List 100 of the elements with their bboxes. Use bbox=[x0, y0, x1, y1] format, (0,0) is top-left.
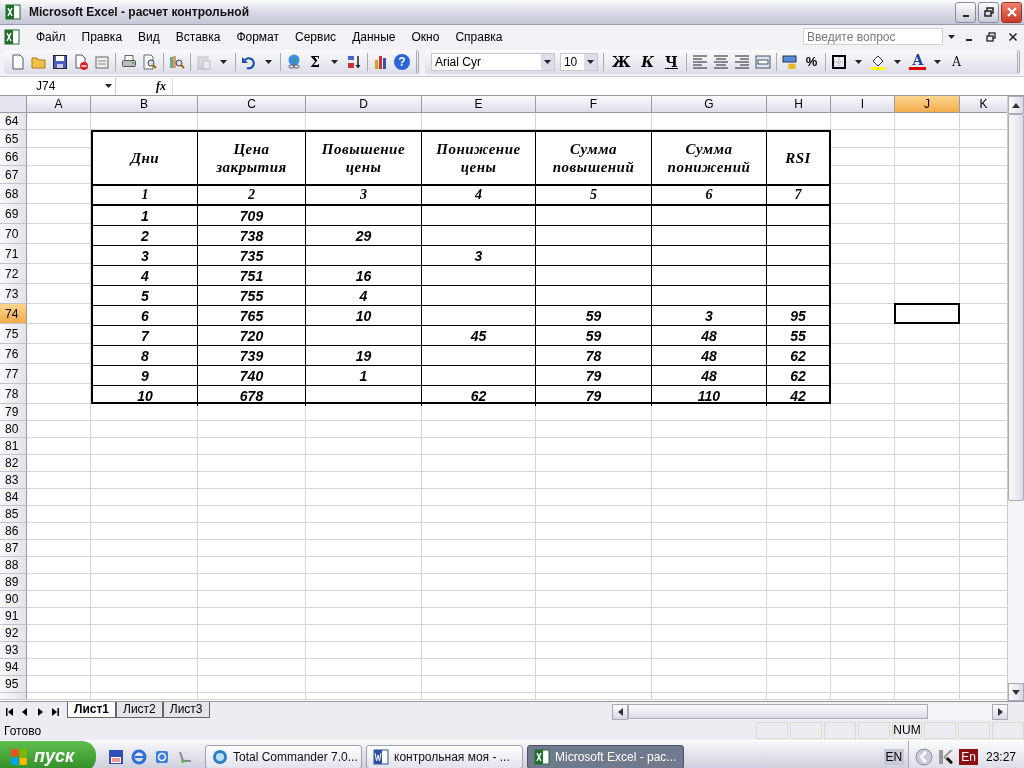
row-header[interactable]: 75 bbox=[0, 324, 27, 344]
caret-icon[interactable] bbox=[894, 60, 902, 64]
align-center-icon[interactable] bbox=[712, 54, 729, 70]
row-header[interactable]: 74 bbox=[0, 304, 27, 324]
row-header[interactable]: 91 bbox=[0, 608, 27, 625]
column-header[interactable]: G bbox=[652, 96, 767, 113]
books-search-icon[interactable] bbox=[169, 54, 185, 70]
empty-cell[interactable] bbox=[306, 206, 422, 226]
row-header[interactable]: 86 bbox=[0, 523, 27, 540]
scroll-down-button[interactable] bbox=[1008, 683, 1024, 701]
empty-cell[interactable] bbox=[422, 346, 536, 366]
restore-button[interactable] bbox=[978, 1, 999, 23]
keyboard-layout-indicator[interactable]: En bbox=[959, 748, 978, 765]
empty-cell[interactable] bbox=[652, 206, 767, 226]
empty-cell[interactable] bbox=[652, 286, 767, 306]
column-header[interactable]: F bbox=[536, 96, 652, 113]
empty-cell[interactable] bbox=[306, 246, 422, 266]
previous-sheet-icon[interactable] bbox=[21, 707, 29, 716]
row-header[interactable]: 64 bbox=[0, 113, 27, 130]
row-header[interactable]: 80 bbox=[0, 421, 27, 438]
k-shape-icon[interactable] bbox=[937, 747, 956, 766]
caret-icon[interactable] bbox=[105, 84, 112, 88]
chart-icon[interactable] bbox=[372, 54, 389, 70]
sort-icon[interactable] bbox=[345, 54, 362, 70]
empty-cell[interactable] bbox=[422, 206, 536, 226]
email-icon[interactable] bbox=[94, 54, 110, 70]
column-header[interactable]: J bbox=[895, 96, 960, 113]
browser-icon[interactable] bbox=[131, 748, 147, 765]
empty-cell[interactable] bbox=[652, 226, 767, 246]
column-header[interactable]: E bbox=[422, 96, 536, 113]
print-preview-icon[interactable] bbox=[142, 54, 158, 70]
document-stop-icon[interactable] bbox=[73, 54, 89, 70]
row-header[interactable]: 76 bbox=[0, 344, 27, 364]
select-all-button[interactable] bbox=[0, 96, 27, 113]
font-dropdown[interactable]: Arial Cyr bbox=[430, 53, 555, 71]
italic-button[interactable]: К bbox=[638, 54, 658, 70]
autosum-button[interactable]: Σ bbox=[307, 54, 323, 70]
vertical-scrollbar[interactable] bbox=[1007, 96, 1024, 701]
borders-icon[interactable] bbox=[831, 54, 848, 70]
row-header[interactable]: 92 bbox=[0, 625, 27, 642]
money-icon[interactable] bbox=[781, 54, 798, 70]
new-document-icon[interactable] bbox=[10, 54, 26, 70]
selected-cell[interactable] bbox=[894, 303, 960, 324]
row-header[interactable]: 93 bbox=[0, 642, 27, 659]
column-header[interactable]: C bbox=[198, 96, 306, 113]
row-header[interactable]: 84 bbox=[0, 489, 27, 506]
horizontal-scrollbar[interactable] bbox=[612, 703, 1008, 720]
underline-button[interactable]: Ч bbox=[662, 54, 681, 70]
sheet-tab[interactable]: Лист3 bbox=[162, 702, 210, 718]
row-header[interactable]: 77 bbox=[0, 364, 27, 384]
close-button[interactable] bbox=[1001, 1, 1022, 23]
bold-button[interactable]: Ж bbox=[608, 54, 634, 70]
column-header[interactable]: D bbox=[306, 96, 422, 113]
row-header[interactable]: 82 bbox=[0, 455, 27, 472]
first-sheet-icon[interactable] bbox=[6, 707, 14, 716]
column-header[interactable]: A bbox=[27, 96, 91, 113]
scrollbar-thumb[interactable] bbox=[628, 704, 928, 719]
close-icon[interactable] bbox=[1008, 31, 1018, 42]
column-header[interactable]: B bbox=[91, 96, 198, 113]
font-color-button[interactable]: A bbox=[909, 54, 927, 70]
empty-cell[interactable] bbox=[652, 246, 767, 266]
empty-cell[interactable] bbox=[422, 266, 536, 286]
empty-cell[interactable] bbox=[536, 246, 652, 266]
fill-color-icon[interactable] bbox=[870, 54, 887, 70]
menu-item[interactable]: Вставка bbox=[167, 29, 229, 44]
mail-icon[interactable] bbox=[154, 748, 170, 765]
minimize-button[interactable] bbox=[955, 1, 976, 23]
empty-cell[interactable] bbox=[422, 306, 536, 326]
caret-icon[interactable] bbox=[855, 60, 863, 64]
caret-icon[interactable] bbox=[265, 60, 272, 64]
row-header[interactable]: 70 bbox=[0, 224, 27, 244]
row-header[interactable] bbox=[0, 693, 27, 700]
spreadsheet-icon[interactable] bbox=[4, 28, 20, 45]
print-icon[interactable] bbox=[121, 54, 137, 70]
menu-item[interactable]: Вид bbox=[130, 29, 168, 44]
empty-cell[interactable] bbox=[536, 206, 652, 226]
scroll-up-button[interactable] bbox=[1008, 96, 1024, 114]
save-icon[interactable] bbox=[52, 54, 68, 70]
sheet-tab[interactable]: Лист1 bbox=[67, 702, 117, 718]
caret-icon[interactable] bbox=[330, 60, 338, 64]
menu-item[interactable]: Данные bbox=[344, 29, 404, 44]
row-header[interactable]: 68 bbox=[0, 184, 27, 204]
menu-item[interactable]: Файл bbox=[28, 29, 74, 44]
caret-icon[interactable] bbox=[220, 60, 227, 64]
caret-icon[interactable] bbox=[543, 60, 551, 64]
empty-cell[interactable] bbox=[536, 266, 652, 286]
row-header[interactable]: 87 bbox=[0, 540, 27, 557]
menu-item[interactable]: Справка bbox=[447, 29, 511, 44]
font-size-button[interactable]: A bbox=[949, 54, 964, 70]
column-header[interactable]: H bbox=[767, 96, 831, 113]
row-header[interactable]: 67 bbox=[0, 166, 27, 184]
taskbar-button[interactable]: Microsoft Excel - рас... bbox=[527, 744, 684, 768]
help-button[interactable]: ? bbox=[393, 54, 410, 70]
caret-icon[interactable] bbox=[934, 60, 942, 64]
language-indicator[interactable]: EN bbox=[883, 748, 905, 765]
row-header[interactable]: 89 bbox=[0, 574, 27, 591]
empty-cell[interactable] bbox=[536, 226, 652, 246]
row-header[interactable]: 78 bbox=[0, 384, 27, 404]
paste-icon[interactable] bbox=[196, 54, 212, 70]
row-header[interactable]: 90 bbox=[0, 591, 27, 608]
